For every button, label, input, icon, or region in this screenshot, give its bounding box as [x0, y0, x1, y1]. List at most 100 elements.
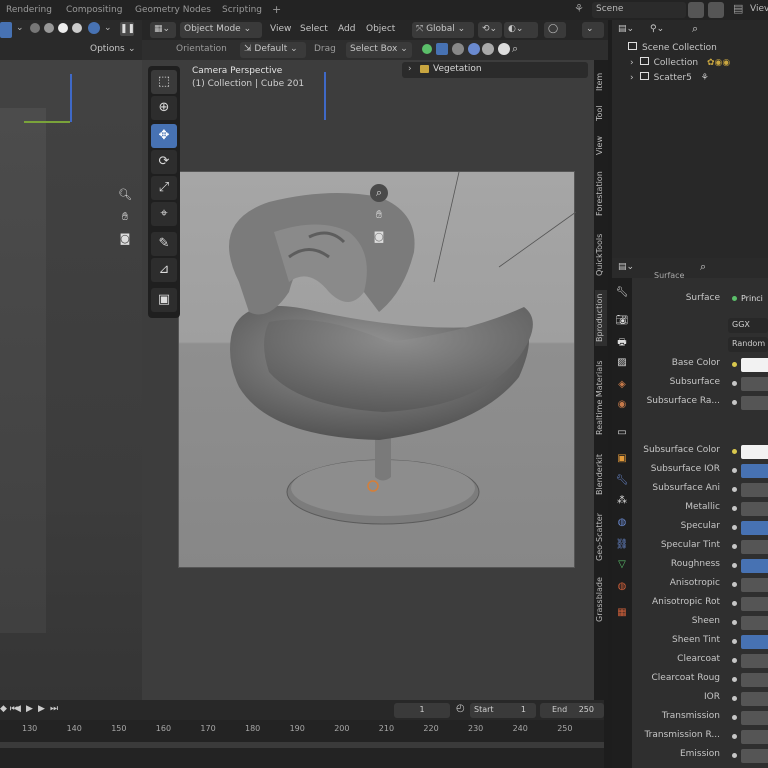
- editor-type-icon[interactable]: [0, 22, 12, 38]
- render-tab-icon[interactable]: 📷︎: [615, 314, 629, 328]
- param-socket[interactable]: [732, 563, 737, 568]
- param-socket[interactable]: [732, 381, 737, 386]
- param-socket[interactable]: [732, 400, 737, 405]
- tab-item[interactable]: Item: [595, 68, 607, 96]
- camera-view-icon[interactable]: ◙: [116, 230, 134, 248]
- param-socket[interactable]: [732, 715, 737, 720]
- tab-view[interactable]: View: [595, 132, 607, 160]
- param-value-field[interactable]: [741, 358, 768, 372]
- snap-icon[interactable]: ◐⌄: [504, 22, 538, 38]
- collection-popup[interactable]: › Vegetation: [402, 62, 588, 78]
- chevron-down-icon[interactable]: ⌄: [104, 23, 112, 33]
- param-value-field[interactable]: [741, 616, 768, 630]
- editor-type-icon[interactable]: ▦⌄: [150, 22, 176, 38]
- param-socket[interactable]: [732, 696, 737, 701]
- param-value-field[interactable]: [741, 445, 768, 459]
- tab-rendering[interactable]: Rendering: [6, 5, 52, 15]
- tab-geometry-nodes[interactable]: Geometry Nodes: [135, 5, 211, 15]
- tab-geo-scatter[interactable]: Geo-Scatter: [595, 508, 607, 566]
- param-socket[interactable]: [732, 601, 737, 606]
- param-socket[interactable]: [732, 582, 737, 587]
- chevron-right-icon[interactable]: ›: [408, 64, 412, 74]
- param-socket[interactable]: [732, 734, 737, 739]
- object-tab-icon[interactable]: ▣: [615, 452, 629, 466]
- param-socket[interactable]: [732, 639, 737, 644]
- distribution-dropdown[interactable]: GGX: [728, 318, 768, 333]
- param-socket[interactable]: [732, 544, 737, 549]
- param-value-field[interactable]: [741, 502, 768, 516]
- outliner-row-scene-collection[interactable]: Scene Collection: [616, 42, 717, 57]
- subsurface-method-dropdown[interactable]: Random: [728, 337, 768, 352]
- tab-tool[interactable]: Tool: [595, 100, 607, 126]
- tab-grassblade[interactable]: Grassblade: [595, 572, 607, 628]
- param-value-field[interactable]: [741, 692, 768, 706]
- cursor-tool-icon[interactable]: ⊕: [151, 96, 177, 120]
- tab-forestation[interactable]: Forestation: [595, 166, 607, 222]
- param-socket[interactable]: [732, 487, 737, 492]
- physics-tab-icon[interactable]: ◍: [615, 516, 629, 530]
- annotate-tool-icon[interactable]: ✎: [151, 232, 177, 256]
- view-layer-icon[interactable]: ▤: [733, 2, 743, 15]
- param-value-field[interactable]: [741, 597, 768, 611]
- constraints-tab-icon[interactable]: ⛓: [615, 538, 629, 552]
- editor-type-icon[interactable]: ▤⌄: [618, 262, 634, 272]
- tab-realtime-materials[interactable]: Realtime Materials: [595, 354, 607, 442]
- pause-icon[interactable]: ❚❚: [120, 22, 135, 36]
- search-icon[interactable]: ⌕: [512, 42, 518, 56]
- tab-quicktools[interactable]: QuickTools: [595, 228, 607, 282]
- tab-scripting[interactable]: Scripting: [222, 5, 262, 15]
- surface-shader-field[interactable]: Princi: [741, 292, 768, 306]
- visibility-icon[interactable]: ⌄: [582, 22, 604, 38]
- clock-icon[interactable]: ◴: [456, 703, 465, 714]
- drag-selector[interactable]: Select Box ⌄: [346, 42, 412, 58]
- param-value-field[interactable]: [741, 673, 768, 687]
- param-value-field[interactable]: [741, 540, 768, 554]
- param-socket[interactable]: [732, 677, 737, 682]
- shading-icon[interactable]: [452, 43, 464, 55]
- outliner-row-collection[interactable]: › Collection ✿◉◉: [616, 57, 730, 72]
- scene-tab-icon[interactable]: ◈: [615, 378, 629, 392]
- tab-bproduction[interactable]: Bproduction: [595, 290, 607, 346]
- search-icon[interactable]: ⌕: [700, 260, 706, 274]
- param-socket[interactable]: [732, 525, 737, 530]
- move-tool-icon[interactable]: ✥: [151, 124, 177, 148]
- chevron-down-icon[interactable]: ⌄: [16, 23, 24, 33]
- orientation-selector[interactable]: ⇲ Default ⌄: [240, 42, 306, 58]
- rendered-shading-icon[interactable]: [72, 23, 82, 33]
- param-socket[interactable]: [732, 362, 737, 367]
- step-back-icon[interactable]: ◀: [14, 704, 21, 714]
- step-forward-icon[interactable]: ▶: [38, 704, 45, 714]
- outliner-row-scatter5[interactable]: › Scatter5 ⚘: [616, 72, 709, 87]
- timeline-scrollbar[interactable]: [0, 742, 604, 748]
- start-frame-field[interactable]: Start 1: [470, 703, 536, 718]
- tab-compositing[interactable]: Compositing: [66, 5, 122, 15]
- param-value-field[interactable]: [741, 396, 768, 410]
- current-frame-field[interactable]: 1: [394, 703, 450, 718]
- collection-tab-icon[interactable]: ▭: [615, 426, 629, 440]
- gizmo-icon[interactable]: [468, 43, 480, 55]
- menu-select[interactable]: Select: [300, 24, 328, 34]
- param-socket[interactable]: [732, 620, 737, 625]
- param-value-field[interactable]: [741, 483, 768, 497]
- transform-orientation-selector[interactable]: ⤧ Global ⌄: [412, 22, 474, 38]
- param-value-field[interactable]: [741, 749, 768, 763]
- output-tab-icon[interactable]: 🖶︎: [615, 336, 629, 350]
- end-frame-field[interactable]: End 250: [540, 703, 604, 718]
- zoom-icon[interactable]: ⌕: [370, 184, 388, 202]
- options-menu[interactable]: Options: [90, 44, 125, 54]
- tool-tab-icon[interactable]: 🔧︎: [615, 286, 629, 300]
- overlay-icon[interactable]: [482, 43, 494, 55]
- param-socket[interactable]: [732, 468, 737, 473]
- view-layer-tab-icon[interactable]: ▨: [615, 356, 629, 370]
- add-workspace-button[interactable]: +: [272, 3, 281, 16]
- param-value-field[interactable]: [741, 464, 768, 478]
- world-tab-icon[interactable]: ◉: [615, 398, 629, 412]
- search-icon[interactable]: ⌕: [692, 22, 698, 36]
- wireframe-shading-icon[interactable]: [30, 23, 40, 33]
- render-icon[interactable]: [498, 43, 510, 55]
- view-layer-selector[interactable]: Viev: [746, 2, 768, 18]
- proportional-edit-icon[interactable]: ◯: [544, 22, 566, 38]
- delete-scene-icon[interactable]: [708, 2, 724, 18]
- jump-end-icon[interactable]: ⏭: [50, 704, 58, 714]
- pivot-icon[interactable]: ⟲⌄: [478, 22, 502, 38]
